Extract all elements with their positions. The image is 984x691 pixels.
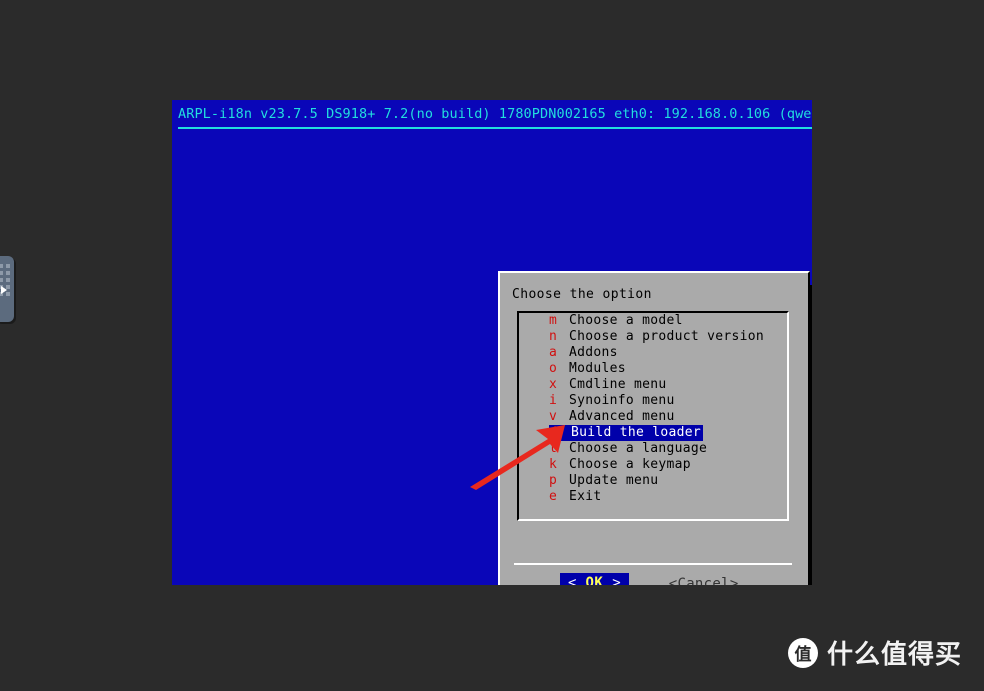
menu-item[interactable]: v Advanced menu (519, 409, 787, 425)
side-panel-handle[interactable] (0, 256, 14, 322)
menu-item[interactable]: x Cmdline menu (519, 377, 787, 393)
menu-item-label: Choose a language (569, 441, 708, 456)
menu-item-hotkey: k (549, 457, 557, 472)
cancel-button[interactable]: <Cancel> (669, 575, 739, 585)
menu-item[interactable]: o Modules (519, 361, 787, 377)
menu-item-label: Choose a product version (569, 329, 765, 344)
menu-item-label: Modules (569, 361, 626, 376)
menu-item[interactable]: a Addons (519, 345, 787, 361)
watermark: 值 什么值得买 (787, 634, 962, 671)
menu-item-hotkey: v (549, 409, 557, 424)
menu-item[interactable]: m Choose a model (519, 313, 787, 329)
menu-item[interactable]: l Choose a language (519, 441, 787, 457)
dialog-button-row: < OK > <Cancel> (500, 573, 808, 585)
menu-item-hotkey: x (549, 377, 557, 392)
dialog-title: Choose the option (512, 287, 652, 302)
watermark-text: 什么值得买 (826, 640, 962, 670)
menu-item-label: Update menu (569, 473, 659, 488)
menu-item-label: Addons (569, 345, 618, 360)
menu-item-hotkey: m (549, 313, 557, 328)
expand-triangle-icon[interactable] (1, 286, 7, 294)
watermark-logo-icon: 值 (787, 637, 818, 668)
menu-item-label: Cmdline menu (569, 377, 667, 392)
header-divider (178, 127, 812, 129)
menu-item-label: Choose a model (569, 313, 683, 328)
menu-item-hotkey: n (549, 329, 557, 344)
menu-item[interactable]: k Choose a keymap (519, 457, 787, 473)
menu-item[interactable]: d Build the loader (519, 425, 787, 441)
menu-item-hotkey: o (549, 361, 557, 376)
menu-item[interactable]: n Choose a product version (519, 329, 787, 345)
ok-right-bracket-icon: > (612, 575, 621, 585)
menu-item-hotkey: p (549, 473, 557, 488)
ok-left-bracket-icon: < (568, 575, 577, 585)
menu-item-label: Build the loader (569, 425, 704, 441)
menu-item-label: Synoinfo menu (569, 393, 675, 408)
ok-button[interactable]: < OK > (560, 573, 629, 585)
menu-item-hotkey: d (549, 425, 569, 441)
menu-item-label: Advanced menu (569, 409, 675, 424)
menu-item-hotkey: a (549, 345, 557, 360)
menu-listbox[interactable]: m Choose a model n Choose a product version… (517, 311, 789, 521)
terminal-screen: ARPL-i18n v23.7.5 DS918+ 7.2(no build) 1… (172, 100, 812, 585)
menu-item-hotkey: i (549, 393, 557, 408)
menu-item-label: Exit (569, 489, 602, 504)
menu-item-hotkey: e (549, 489, 557, 504)
menu-item-label: Choose a keymap (569, 457, 691, 472)
menu-item[interactable]: p Update menu (519, 473, 787, 489)
menu-item-hotkey: l (549, 441, 557, 456)
button-separator (514, 563, 792, 565)
terminal-header: ARPL-i18n v23.7.5 DS918+ 7.2(no build) 1… (172, 100, 812, 129)
choose-option-dialog: Choose the option m Choose a model n Choose… (498, 271, 810, 585)
menu-item[interactable]: i Synoinfo menu (519, 393, 787, 409)
terminal-header-text: ARPL-i18n v23.7.5 DS918+ 7.2(no build) 1… (178, 106, 812, 122)
menu-item[interactable]: e Exit (519, 489, 787, 505)
ok-button-label: OK (585, 574, 603, 585)
